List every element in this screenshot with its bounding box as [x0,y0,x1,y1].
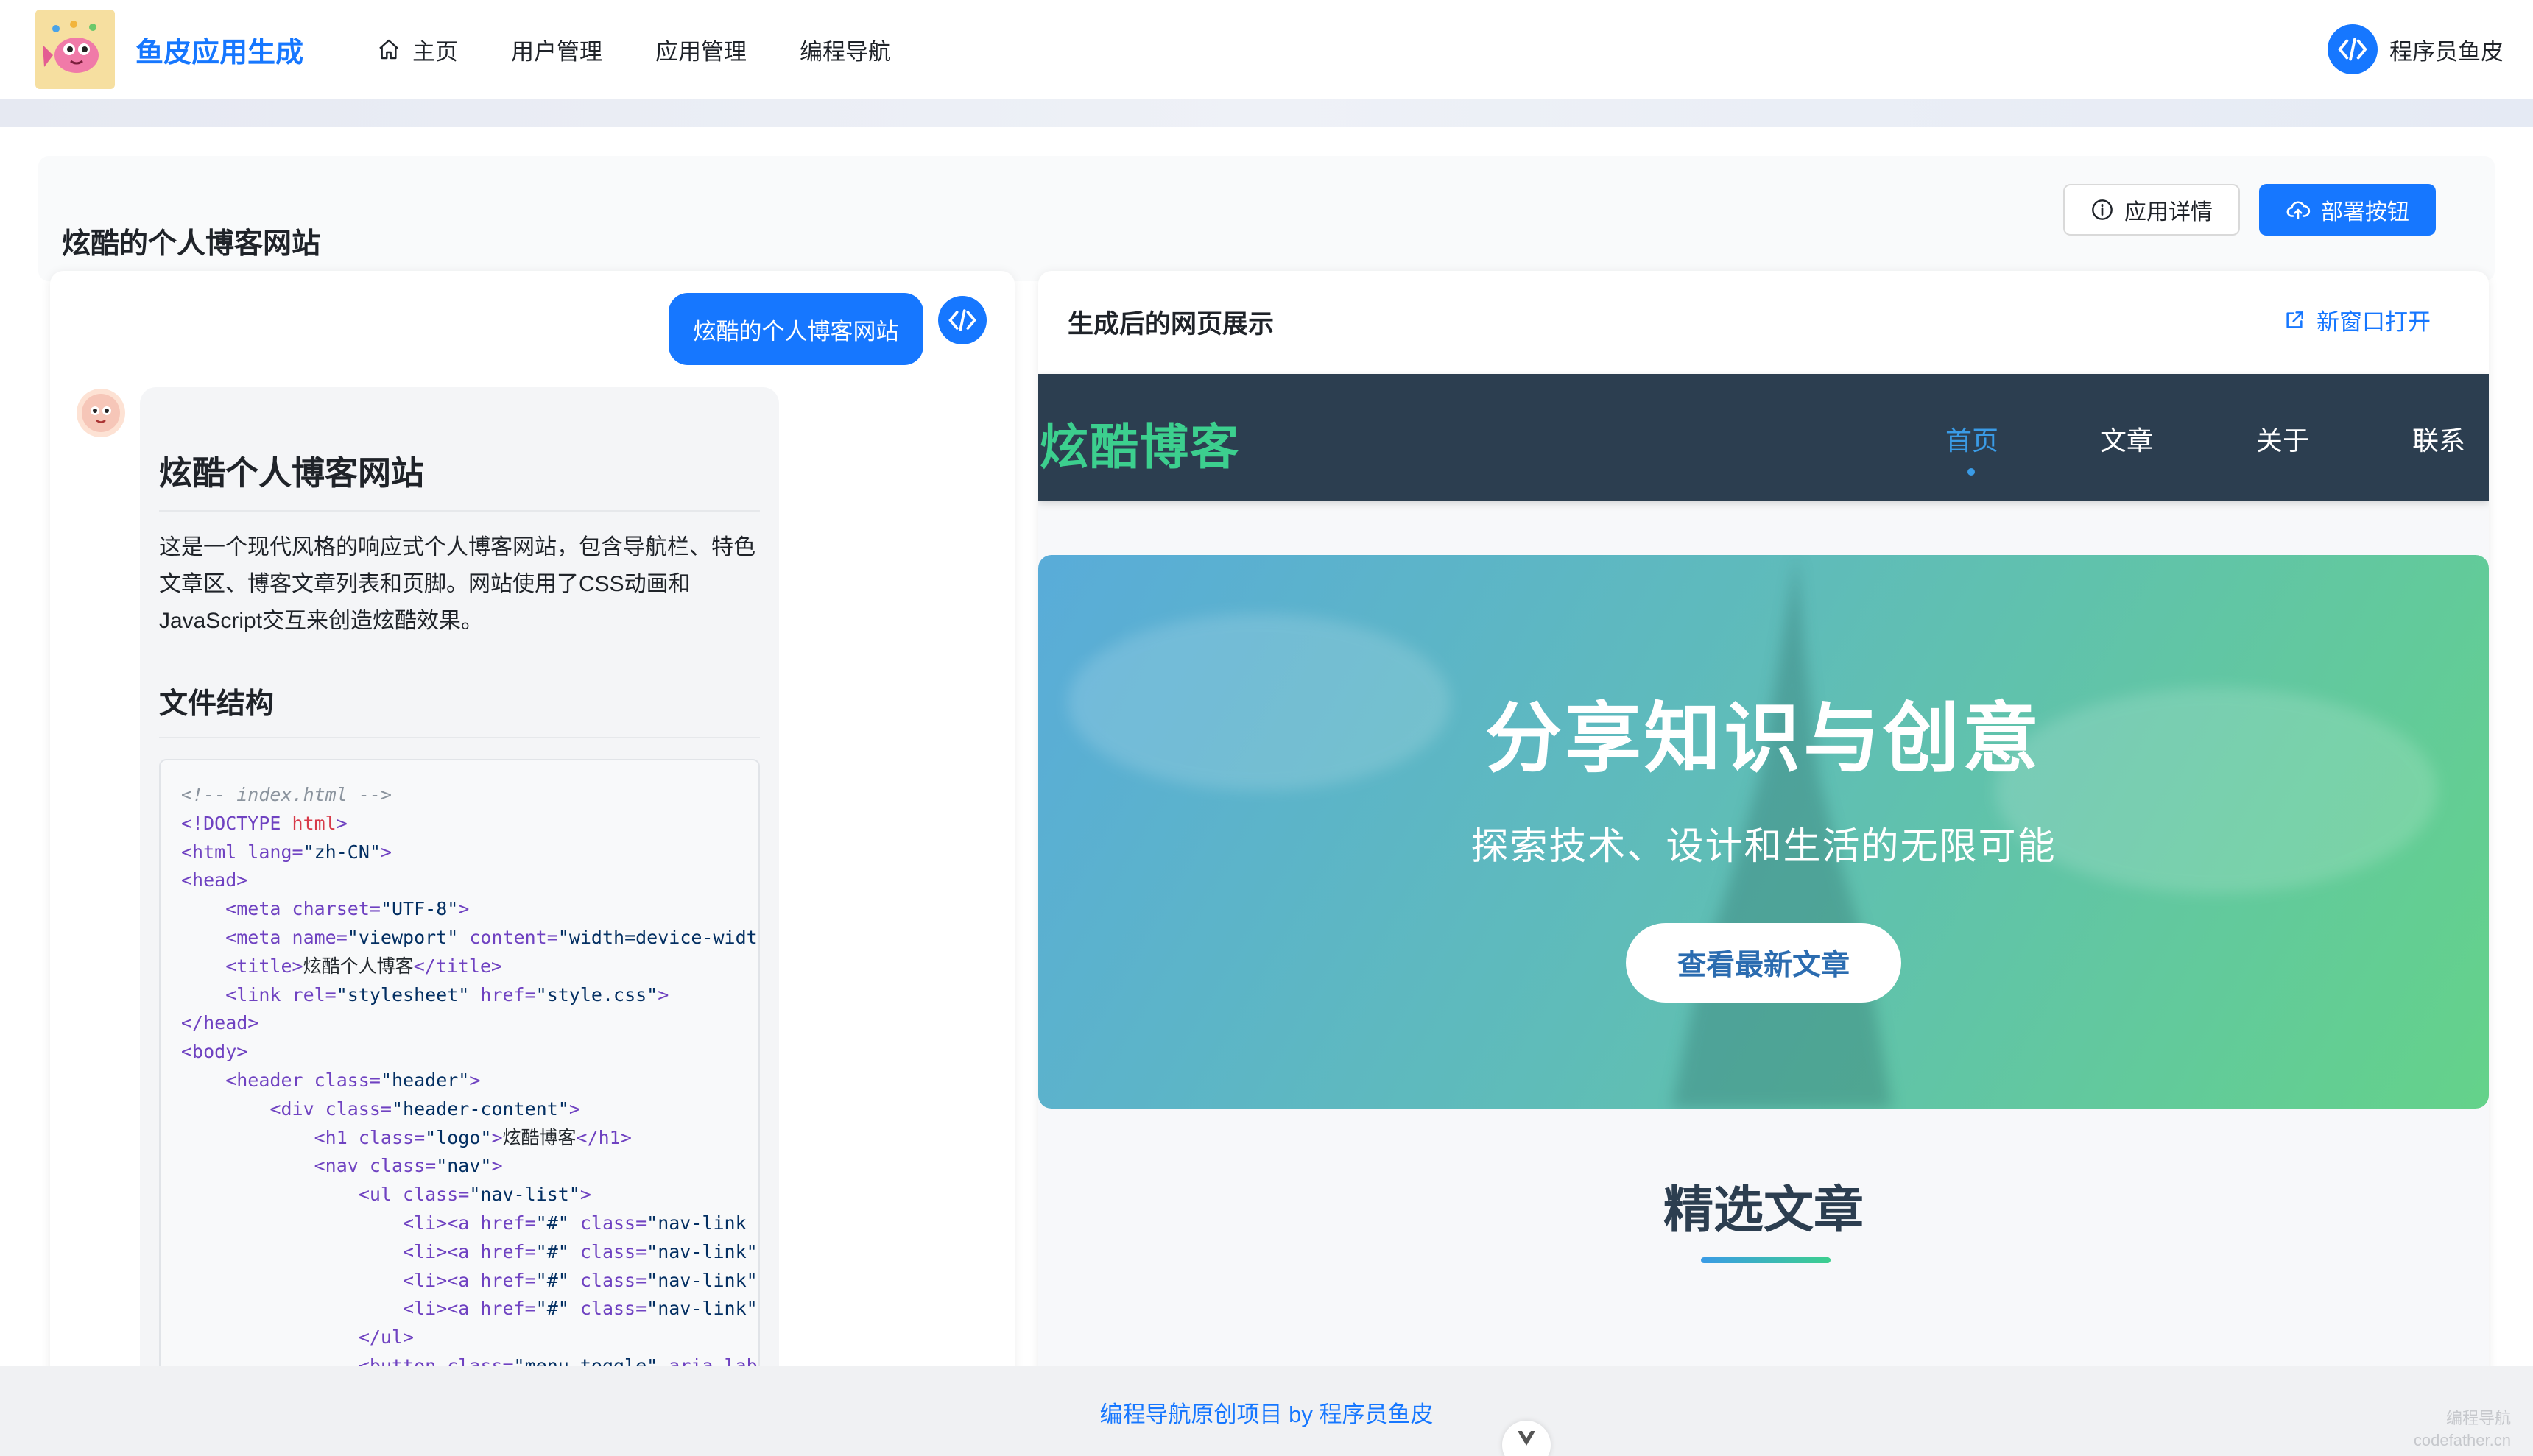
code-line: <body> [181,1041,248,1063]
site-nav-articles[interactable]: 文章 [2100,420,2153,458]
home-icon [379,39,398,60]
code-line: <li><a href="#" class="nav-link a [181,1212,760,1234]
chat-panel[interactable]: 炫酷的个人博客网站 炫酷个人博客网站 这是一个现代风格的响应式个人博客网站，包含… [50,271,1015,1390]
nav-item-home[interactable]: 主页 [377,33,458,66]
code-logo-icon [948,309,976,331]
vue-logo-icon [1518,1431,1535,1446]
user-message-avatar [938,296,987,344]
main-content: 炫酷的个人博客网站 应用详情 部署按钮 炫酷的个人博客网站 炫酷个人博客网站 这… [0,127,2533,1390]
page-title: 炫酷的个人博客网站 [62,228,321,260]
footer-text[interactable]: 编程导航原创项目 by 程序员鱼皮 [0,1396,2533,1429]
brand-name[interactable]: 鱼皮应用生成 [135,29,303,70]
nav-item-coding-nav[interactable]: 编程导航 [800,33,891,66]
code-line: <h1 class="logo">炫酷博客</h1> [181,1126,632,1148]
site-nav-contact[interactable]: 联系 [2412,420,2465,458]
user-menu[interactable]: 程序员鱼皮 [2328,24,2504,74]
code-line: <meta charset="UTF-8"> [181,898,470,920]
code-line: <!-- index.html --> [181,784,392,805]
site-logo[interactable]: 炫酷博客 [1040,408,1240,478]
nav-item-label: 主页 [412,38,459,65]
nav-item-label: 应用管理 [655,38,747,65]
ai-message-heading: 炫酷个人博客网站 [159,446,760,512]
fish-logo-icon [43,21,99,73]
nav-item-label: 用户管理 [511,38,603,65]
info-icon [2092,199,2113,220]
nav-item-label: 编程导航 [800,38,892,65]
deploy-label: 部署按钮 [2321,200,2409,225]
user-avatar [2328,24,2378,74]
code-line: <li><a href="#" class="nav-link"> [181,1240,758,1262]
site-navbar: 炫酷博客 首页 文章 关于 联系 [1038,374,2489,501]
watermark-line: codefather.cn [2413,1431,2511,1449]
site-nav-home[interactable]: 首页 [1945,420,1998,458]
ai-message-bubble: 炫酷个人博客网站 这是一个现代风格的响应式个人博客网站，包含导航栏、特色文章区、… [140,387,779,1390]
code-line: <head> [181,869,248,891]
top-header: 鱼皮应用生成 主页 用户管理 应用管理 编程导航 程序员鱼皮 [0,0,2533,99]
hero-title: 分享知识与创意 [1484,696,2042,782]
ai-message-paragraph: 这是一个现代风格的响应式个人博客网站，包含导航栏、特色文章区、博客文章列表和页脚… [159,535,755,633]
user-message-bubble: 炫酷的个人博客网站 [669,293,923,365]
code-line: <nav class="nav"> [181,1155,503,1177]
site-nav-about[interactable]: 关于 [2256,420,2309,458]
hero-subtitle: 探索技术、设计和生活的无限可能 [1470,825,2057,867]
code-logo-icon [2338,38,2367,61]
featured-underline [1701,1257,1831,1263]
code-line: <ul class="nav-list"> [181,1184,591,1206]
code-line: <header class="header"> [181,1069,481,1091]
app-detail-button[interactable]: 应用详情 [2063,184,2240,236]
watermark: 编程导航 codefather.cn [2386,1407,2511,1452]
preview-title: 生成后的网页展示 [1068,310,1275,339]
code-line: <div class="header-content"> [181,1098,580,1120]
ai-avatar [77,389,125,437]
code-line: <meta name="viewport" content="width=dev… [181,926,760,948]
open-new-window-label: 新窗口打开 [2317,309,2431,335]
view-latest-articles-button[interactable]: 查看最新文章 [1626,923,1901,1003]
header-shadow-band [0,99,2533,127]
nav-item-app-management[interactable]: 应用管理 [655,33,747,66]
fish-avatar-icon [82,394,120,432]
external-link-icon [2286,311,2303,328]
watermark-line: 编程导航 [2445,1409,2511,1427]
code-line: <!DOCTYPE html> [181,812,348,834]
code-line: <html lang="zh-CN"> [181,841,392,863]
app-detail-label: 应用详情 [2124,200,2213,225]
user-name: 程序员鱼皮 [2389,38,2504,65]
code-line: </head> [181,1012,259,1034]
code-line: </ul> [181,1326,415,1349]
preview-panel: 生成后的网页展示 新窗口打开 炫酷博客 首页 文章 关于 联系 分享知识与创意 … [1038,271,2489,1390]
nav-item-user-management[interactable]: 用户管理 [511,33,602,66]
code-line: <li><a href="#" class="nav-link"> [181,1298,758,1320]
code-block[interactable]: <!-- index.html --> <!DOCTYPE html> <html … [159,759,760,1390]
open-new-window-link[interactable]: 新窗口打开 [2283,303,2431,336]
hero-section: 分享知识与创意 探索技术、设计和生活的无限可能 查看最新文章 [1038,555,2489,1109]
file-structure-heading: 文件结构 [159,681,760,738]
cloud-upload-icon [2286,201,2311,219]
featured-title: 精选文章 [1663,1182,1864,1238]
app-logo[interactable] [35,10,115,89]
preview-frame[interactable]: 炫酷博客 首页 文章 关于 联系 分享知识与创意 探索技术、设计和生活的无限可能… [1038,374,2489,1390]
page-footer: 编程导航原创项目 by 程序员鱼皮 编程导航 codefather.cn [0,1366,2533,1456]
code-line: <li><a href="#" class="nav-link"> [181,1269,758,1291]
code-line: <link rel="stylesheet" href="style.css"> [181,983,669,1006]
active-indicator-dot [1967,468,1975,476]
top-nav: 主页 用户管理 应用管理 编程导航 [377,33,944,66]
code-line: <title>炫酷个人博客</title> [181,955,503,977]
deploy-button[interactable]: 部署按钮 [2259,184,2436,236]
